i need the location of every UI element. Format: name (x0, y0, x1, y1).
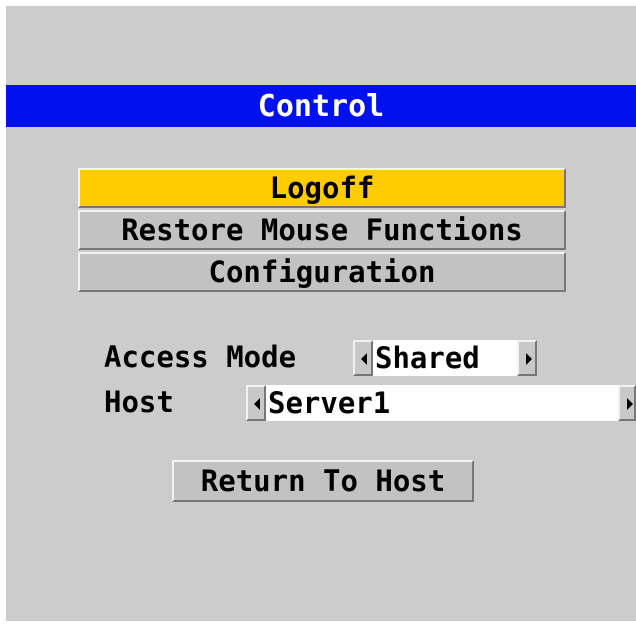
host-label: Host (104, 385, 174, 419)
logoff-label: Logoff (269, 171, 375, 205)
host-prev-button[interactable] (246, 385, 266, 421)
return-to-host-label: Return To Host (200, 464, 446, 498)
access-mode-value[interactable]: Shared (373, 340, 517, 376)
return-to-host-button[interactable]: Return To Host (172, 460, 474, 502)
access-mode-label: Access Mode (104, 340, 297, 374)
access-mode-next-button[interactable] (517, 340, 537, 376)
page-title: Control (257, 88, 385, 124)
title-bar: Control (6, 85, 636, 127)
configuration-button[interactable]: Configuration (78, 252, 566, 292)
restore-mouse-functions-button[interactable]: Restore Mouse Functions (78, 210, 566, 250)
triangle-right-icon (627, 398, 633, 410)
restore-mouse-label: Restore Mouse Functions (121, 213, 523, 247)
triangle-left-icon (254, 398, 260, 410)
logoff-button[interactable]: Logoff (78, 168, 566, 208)
host-value[interactable]: Server1 (266, 385, 618, 421)
access-mode-prev-button[interactable] (353, 340, 373, 376)
triangle-right-icon (526, 353, 532, 365)
triangle-left-icon (361, 353, 367, 365)
configuration-label: Configuration (208, 255, 436, 289)
host-next-button[interactable] (618, 385, 636, 421)
control-screen: Control Logoff Restore Mouse Functions C… (6, 6, 636, 621)
